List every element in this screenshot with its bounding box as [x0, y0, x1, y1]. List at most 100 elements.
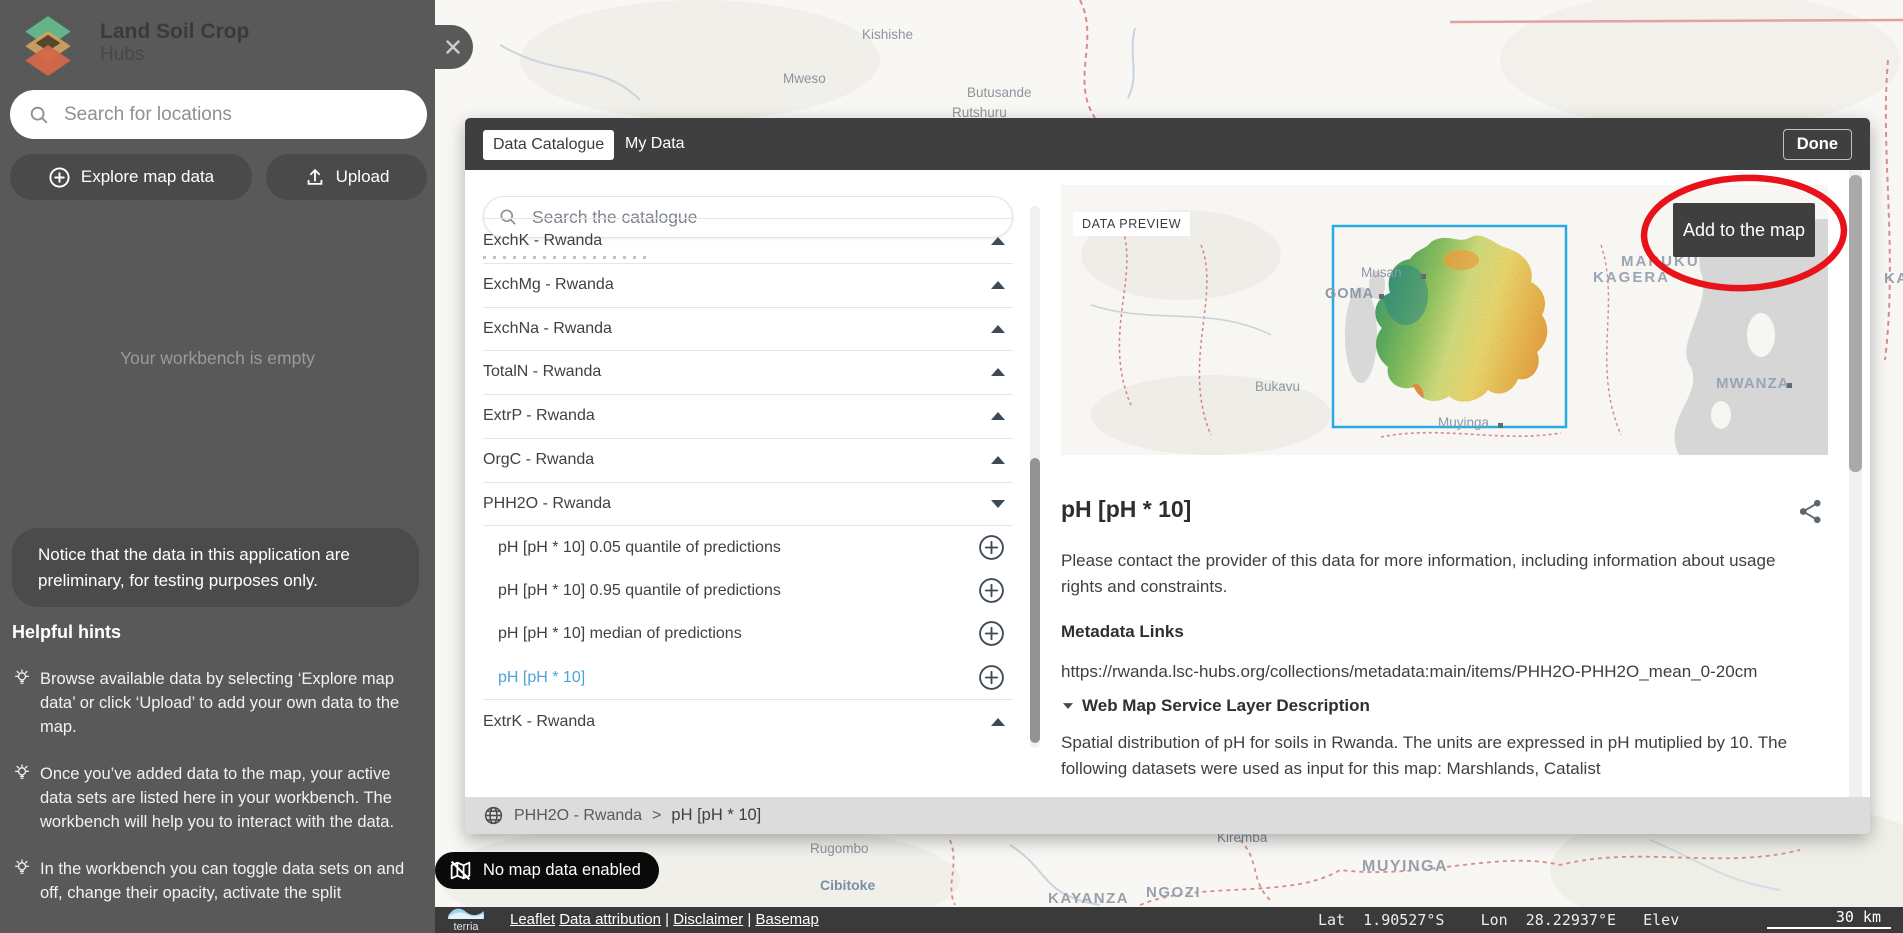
item-label-selected: pH [pH * 10]: [498, 669, 585, 687]
preview-label-goma: GOMA: [1325, 286, 1374, 302]
lightbulb-icon: [12, 858, 32, 878]
group-label: ExtrP - Rwanda: [483, 407, 595, 425]
group-label: ExchK - Rwanda: [483, 232, 602, 250]
add-item-icon[interactable]: [978, 664, 1005, 691]
tab-data-catalogue[interactable]: Data Catalogue: [483, 130, 614, 160]
no-map-data-badge[interactable]: No map data enabled: [435, 852, 659, 889]
brand-title: Land Soil Crop: [100, 20, 249, 44]
catalogue-item-ph-selected[interactable]: pH [pH * 10]: [465, 656, 1027, 699]
terria-logo[interactable]: terria: [437, 903, 495, 933]
list-scrollbar-thumb[interactable]: [1030, 458, 1040, 743]
metadata-url[interactable]: https://rwanda.lsc-hubs.org/collections/…: [1061, 659, 1841, 685]
catalogue-item-ph-median[interactable]: pH [pH * 10] median of predictions: [465, 612, 1027, 655]
explore-map-data-button[interactable]: Explore map data: [10, 154, 252, 200]
preview-label-mwanza: MWANZA: [1716, 375, 1790, 392]
catalogue-item-ph-095-quantile[interactable]: pH [pH * 10] 0.95 quantile of prediction…: [465, 569, 1027, 612]
chevron-up-icon[interactable]: [991, 456, 1005, 464]
search-icon: [28, 104, 50, 126]
group-label: ExchNa - Rwanda: [483, 320, 612, 338]
group-label: ExchMg - Rwanda: [483, 276, 614, 294]
link-leaflet[interactable]: Leaflet: [510, 911, 555, 928]
item-label: pH [pH * 10] 0.05 quantile of prediction…: [498, 539, 781, 557]
lat-label: Lat: [1318, 911, 1345, 929]
city-dot: [1379, 294, 1384, 299]
elev-label: Elev: [1643, 911, 1679, 929]
contact-text: Please contact the provider of this data…: [1061, 548, 1806, 601]
detail-scrollbar-thumb[interactable]: [1849, 175, 1862, 472]
link-data-attribution[interactable]: Data attribution: [559, 911, 661, 928]
catalogue-group-exchna[interactable]: ExchNa - Rwanda: [465, 307, 1027, 350]
lightbulb-icon: [12, 668, 32, 688]
catalogue-group-extrk[interactable]: ExtrK - Rwanda: [465, 700, 1027, 743]
modal-header: Data Catalogue My Data Done: [465, 118, 1870, 170]
chevron-up-icon[interactable]: [991, 412, 1005, 420]
map-label-ngozi: NGOZI: [1146, 884, 1201, 901]
map-label-cibitoke: Cibitoke: [820, 877, 875, 893]
chevron-up-icon[interactable]: [991, 718, 1005, 726]
chevron-down-icon: [1063, 703, 1073, 709]
catalogue-group-phh2o[interactable]: PHH2O - Rwanda: [465, 482, 1027, 525]
item-label: pH [pH * 10] 0.95 quantile of prediction…: [498, 582, 781, 600]
catalogue-item-ph-005-quantile[interactable]: pH [pH * 10] 0.05 quantile of prediction…: [465, 526, 1027, 569]
preview-label-muyinga: Muyinga: [1438, 415, 1489, 430]
coordinates-readout: Lat 1.90527°S Lon 28.22937°E Elev: [1318, 911, 1679, 929]
workbench-empty-message: Your workbench is empty: [0, 348, 435, 369]
breadcrumb-group[interactable]: PHH2O - Rwanda: [514, 807, 642, 825]
hint-text: Browse available data by selecting ‘Expl…: [40, 668, 418, 740]
chevron-up-icon[interactable]: [991, 237, 1005, 245]
brand-subtitle: Hubs: [100, 44, 144, 66]
upload-button[interactable]: Upload: [266, 154, 427, 200]
chevron-up-icon[interactable]: [991, 281, 1005, 289]
wms-description: Spatial distribution of pH for soils in …: [1061, 730, 1831, 783]
chevron-down-icon[interactable]: [991, 500, 1005, 508]
link-basemap[interactable]: Basemap: [755, 911, 818, 928]
location-search-input[interactable]: [62, 103, 406, 127]
tab-my-data[interactable]: My Data: [625, 135, 685, 153]
catalogue-group-extrp[interactable]: ExtrP - Rwanda: [465, 394, 1027, 437]
hint-text: Once you’ve added data to the map, your …: [40, 763, 418, 835]
scale-label: 30 km: [1836, 908, 1881, 926]
add-item-icon[interactable]: [978, 577, 1005, 604]
catalogue-group-exchk[interactable]: ExchK - Rwanda: [465, 219, 1027, 262]
upload-icon: [304, 166, 326, 188]
hint-item: Once you’ve added data to the map, your …: [12, 763, 420, 835]
data-preview-map: DATA PREVIEW Musan GOMA Bukavu Muyinga M…: [1061, 185, 1828, 455]
wms-section-toggle[interactable]: Web Map Service Layer Description: [1061, 696, 1370, 716]
explore-button-label: Explore map data: [81, 167, 214, 187]
preview-label-musanze: Musan: [1361, 265, 1402, 280]
map-label-butusande: Butusande: [967, 85, 1032, 100]
item-label: pH [pH * 10] median of predictions: [498, 625, 742, 643]
dataset-detail-panel: DATA PREVIEW Musan GOMA Bukavu Muyinga M…: [1045, 170, 1870, 797]
link-separator: |: [747, 911, 751, 928]
lon-value: 28.22937°E: [1526, 911, 1616, 929]
group-label: TotalN - Rwanda: [483, 363, 601, 381]
upload-button-label: Upload: [336, 167, 390, 187]
map-label-kayanza: KAYANZA: [1048, 890, 1129, 907]
hint-item: Browse available data by selecting ‘Expl…: [12, 668, 420, 740]
breadcrumb-separator: >: [652, 807, 661, 825]
add-item-icon[interactable]: [978, 620, 1005, 647]
hint-item: In the workbench you can toggle data set…: [12, 858, 420, 906]
breadcrumb-item[interactable]: pH [pH * 10]: [671, 806, 761, 825]
city-dot: [1498, 423, 1503, 428]
terria-wave-icon: [444, 903, 488, 919]
no-map-data-label: No map data enabled: [483, 861, 641, 880]
link-disclaimer[interactable]: Disclaimer: [673, 911, 743, 928]
metadata-links-heading: Metadata Links: [1061, 622, 1184, 642]
preview-label-kagera: KAGERA: [1593, 269, 1670, 286]
catalogue-group-orgc[interactable]: OrgC - Rwanda: [465, 438, 1027, 481]
city-dot: [1421, 274, 1426, 279]
done-button[interactable]: Done: [1783, 129, 1852, 160]
close-icon: [442, 36, 464, 58]
plus-circle-icon: [48, 166, 71, 189]
scale-line: [1767, 927, 1891, 929]
chevron-up-icon[interactable]: [991, 368, 1005, 376]
chevron-up-icon[interactable]: [991, 325, 1005, 333]
add-to-map-button[interactable]: Add to the map: [1673, 203, 1815, 257]
catalogue-group-exchmg[interactable]: ExchMg - Rwanda: [465, 263, 1027, 306]
location-search[interactable]: [10, 90, 427, 139]
helpful-hints-title: Helpful hints: [12, 622, 121, 643]
catalogue-group-totaln[interactable]: TotalN - Rwanda: [465, 350, 1027, 393]
share-icon[interactable]: [1797, 498, 1824, 525]
add-item-icon[interactable]: [978, 534, 1005, 561]
